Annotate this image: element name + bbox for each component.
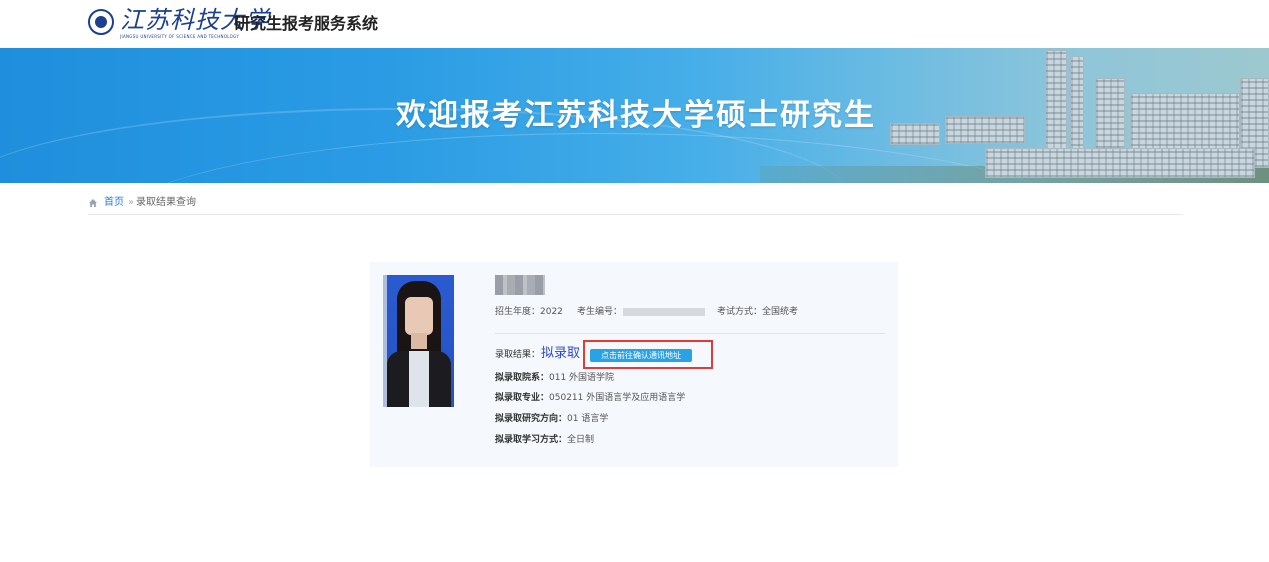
- exam-mode: 考试方式：全国统考: [717, 307, 799, 317]
- university-seal-icon: [88, 9, 114, 35]
- breadcrumb-home-link[interactable]: 首页: [104, 196, 124, 210]
- detail-research-direction: 拟录取研究方向：01 语言学: [495, 412, 608, 426]
- detail-major: 拟录取专业：050211 外国语言学及应用语言学: [495, 391, 685, 405]
- breadcrumb-separator: »: [128, 197, 135, 208]
- building-illustration: [1130, 93, 1240, 153]
- admission-result-card: 招生年度：2022 考生编号： 考试方式：全国统考 录取结果： 拟录取 点击前往…: [370, 262, 898, 467]
- detail-label: 拟录取专业：: [495, 393, 550, 403]
- top-header: 江苏科技大学 JIANGSU UNIVERSITY OF SCIENCE AND…: [0, 0, 1269, 48]
- breadcrumb-divider: [88, 214, 1183, 215]
- detail-department: 拟录取院系：011 外国语学院: [495, 371, 614, 385]
- candidate-photo: [383, 275, 454, 407]
- building-illustration: [890, 123, 940, 145]
- detail-value: 011 外国语学院: [549, 373, 615, 383]
- detail-value: 050211 外国语言学及应用语言学: [549, 393, 686, 403]
- detail-label: 拟录取研究方向：: [495, 414, 568, 424]
- banner-title: 欢迎报考江苏科技大学硕士研究生: [396, 98, 876, 133]
- exam-number-label: 考生编号：: [577, 307, 623, 317]
- detail-label: 拟录取院系：: [495, 373, 550, 383]
- admission-result-label: 录取结果：: [495, 350, 541, 360]
- detail-study-mode: 拟录取学习方式：全日制: [495, 433, 594, 447]
- university-logo-subtitle: JIANGSU UNIVERSITY OF SCIENCE AND TECHNO…: [120, 34, 240, 39]
- detail-value: 全日制: [567, 435, 595, 445]
- candidate-name-redacted: [495, 275, 545, 295]
- admission-result-value: 拟录取: [541, 346, 581, 361]
- enrollment-year: 招生年度：2022: [495, 307, 563, 317]
- confirm-address-button[interactable]: 点击前往确认通讯地址: [590, 349, 692, 362]
- breadcrumb-current: 录取结果查询: [136, 197, 196, 208]
- detail-label: 拟录取学习方式：: [495, 435, 568, 445]
- system-title: 研究生报考服务系统: [234, 14, 379, 33]
- building-illustration: [985, 148, 1255, 178]
- building-illustration: [945, 116, 1025, 144]
- exam-number-redacted: [623, 308, 705, 316]
- detail-value: 01 语言学: [567, 414, 609, 424]
- welcome-banner: 欢迎报考江苏科技大学硕士研究生: [0, 48, 1269, 183]
- card-divider: [495, 333, 885, 334]
- home-icon: [89, 199, 97, 207]
